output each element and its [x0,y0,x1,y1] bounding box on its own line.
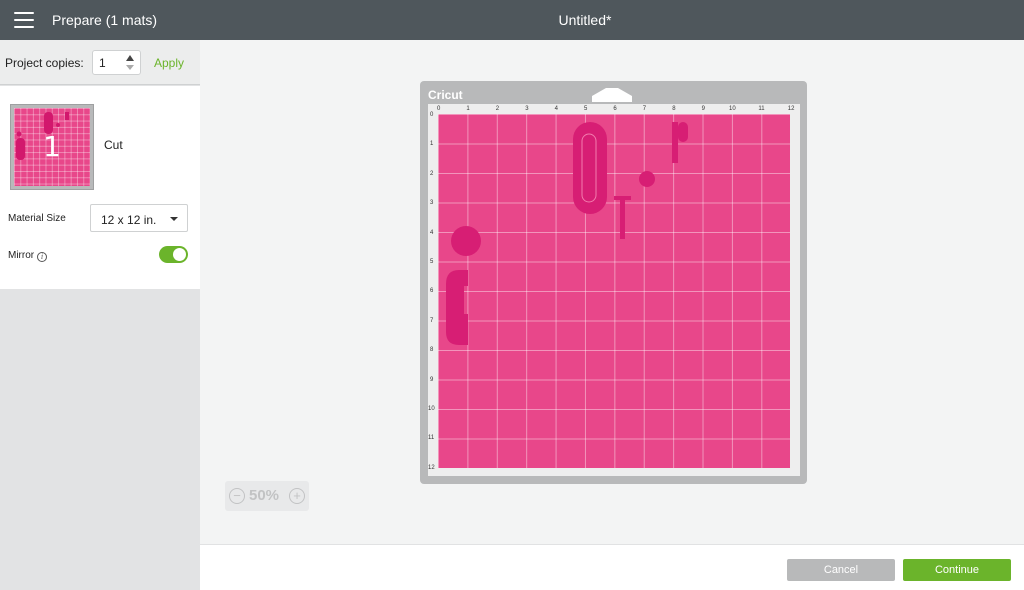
info-icon[interactable]: i [37,252,48,262]
mirror-toggle[interactable] [159,246,188,263]
project-copies-label: Project copies: [5,56,84,70]
thumb-shape-p [65,112,69,120]
document-title: Untitled* [558,12,612,28]
mat-grid [438,114,790,468]
material-size-select[interactable]: 12 x 12 in. [90,204,188,232]
shape-letter-c[interactable] [446,270,468,345]
project-copies-row: Project copies: 1 Apply [0,40,200,85]
ruler-top-label: 9 [701,106,705,112]
ruler-top-label: 2 [495,106,500,112]
thumb-shape-dot-small [56,123,60,127]
ruler-left-label: 11 [428,435,435,442]
ruler-left-label: 4 [430,229,434,236]
ruler-top-label: 5 [584,106,588,112]
chevron-down-icon [170,217,178,221]
left-panel: Project copies: 1 Apply 1 Cut Material S… [0,40,200,590]
zoom-in-button[interactable]: + [289,488,305,504]
shape-letter-p-stem[interactable] [672,122,678,163]
cricut-logo: Cricut [428,88,463,102]
ruler-left-label: 12 [428,464,435,471]
mirror-label-text: Mirror [8,250,35,261]
material-size-label: Material Size [8,213,66,224]
shape-letter-t-stem[interactable] [620,196,625,239]
mat-operation-label: Cut [104,138,123,152]
zoom-control: − 50% + [225,481,309,511]
zoom-level: 50% [249,487,280,504]
shape-small-circle[interactable] [639,171,655,187]
decrement-arrow-icon[interactable] [126,65,134,70]
footer-bar: Cancel Continue [200,544,1024,590]
material-size-value: 12 x 12 in. [101,213,157,227]
ruler-left-label: 10 [428,406,435,412]
ruler-left-label: 2 [430,170,434,177]
toggle-knob [173,248,186,261]
ruler-top-label: 8 [672,106,676,112]
ruler-left-label: 7 [430,317,434,324]
ruler-top-label: 11 [758,106,765,112]
ruler-left-label: 6 [430,288,434,295]
ruler-left-label: 0 [430,112,434,118]
shape-letter-o[interactable] [573,122,607,214]
project-copies-value[interactable]: 1 [99,56,106,70]
ruler-left-label: 9 [430,376,434,383]
mat-thumbnail[interactable]: 1 [10,104,94,190]
continue-button[interactable]: Continue [903,559,1011,581]
ruler-top-label: 12 [787,106,795,112]
mat-thumbnail-preview: 1 [14,108,90,186]
cutting-mat: Cricut 0 1 2 3 4 5 6 7 8 9 10 11 12 0 1 2 3 4 5 6 7 8 9 10 11 12 [420,81,807,484]
shape-letter-p-bowl[interactable] [678,122,688,142]
project-copies-stepper[interactable]: 1 [92,50,141,75]
ruler-top-label: 1 [466,106,470,112]
ruler-top-label: 6 [613,106,617,112]
ruler-top-label: 3 [525,106,529,112]
ruler-left-label: 3 [430,200,434,207]
ruler-top-label: 7 [642,106,647,112]
shape-large-circle[interactable] [451,226,481,256]
ruler-top-label: 4 [554,106,558,112]
ruler-left-label: 8 [430,347,434,354]
apply-button[interactable]: Apply [154,56,184,70]
zoom-out-button[interactable]: − [229,488,245,504]
cancel-button[interactable]: Cancel [787,559,895,581]
mat-settings: 1 Cut Material Size 12 x 12 in. Mirror i [0,86,200,289]
increment-arrow-icon[interactable] [126,55,134,61]
top-bar: Prepare (1 mats) Untitled* [0,0,1024,40]
mat-board: 0 1 2 3 4 5 6 7 8 9 10 11 12 0 1 2 3 4 5 6 7 8 9 10 11 12 [428,104,800,476]
mat-tab-shape [592,88,632,102]
ruler-top-label: 0 [437,106,441,112]
mirror-label: Mirror i [8,250,48,262]
mat-number: 1 [43,130,61,163]
ruler-left-label: 1 [430,141,434,148]
ruler-left-label: 5 [430,259,434,265]
design-shapes [446,122,688,345]
ruler-top-label: 10 [729,106,736,112]
